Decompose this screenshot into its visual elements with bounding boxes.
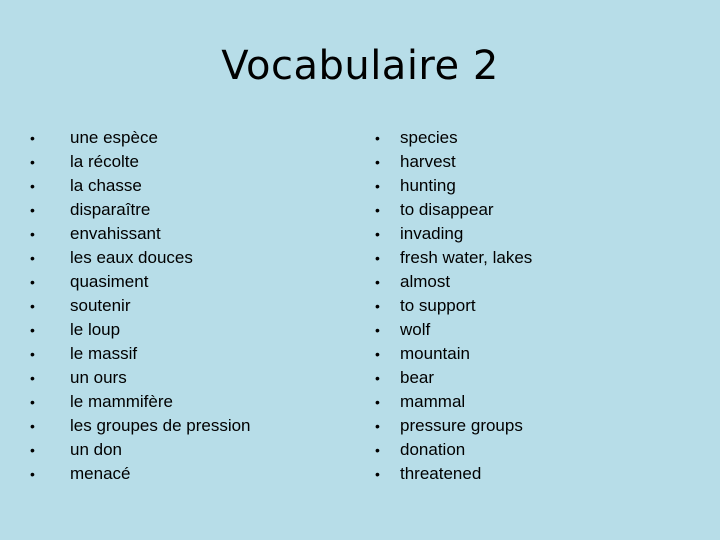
english-term: hunting bbox=[400, 176, 456, 195]
bullet-icon: • bbox=[375, 274, 380, 290]
english-term: mountain bbox=[400, 344, 470, 363]
bullet-icon: • bbox=[30, 274, 35, 290]
list-item: • la chasse bbox=[30, 174, 251, 198]
bullet-icon: • bbox=[375, 130, 380, 146]
bullet-icon: • bbox=[375, 370, 380, 386]
bullet-icon: • bbox=[375, 226, 380, 242]
english-vocabulary-list: • species • harvest • hunting • to disappear… bbox=[375, 126, 532, 486]
list-item: • pressure groups bbox=[375, 414, 532, 438]
french-term: le massif bbox=[70, 344, 138, 363]
list-item: • mountain bbox=[375, 342, 532, 366]
list-item: • threatened bbox=[375, 462, 532, 486]
list-item: • le loup bbox=[30, 318, 251, 342]
bullet-icon: • bbox=[30, 298, 35, 314]
english-term: harvest bbox=[400, 152, 456, 171]
list-item: • quasiment bbox=[30, 270, 251, 294]
english-term: threatened bbox=[400, 464, 482, 483]
french-term: quasiment bbox=[70, 272, 149, 291]
bullet-icon: • bbox=[375, 178, 380, 194]
list-item: • species bbox=[375, 126, 532, 150]
list-item: • wolf bbox=[375, 318, 532, 342]
list-item: • le massif bbox=[30, 342, 251, 366]
list-item: • soutenir bbox=[30, 294, 251, 318]
bullet-icon: • bbox=[30, 346, 35, 362]
bullet-icon: • bbox=[30, 394, 35, 410]
list-item: • donation bbox=[375, 438, 532, 462]
list-item: • la récolte bbox=[30, 150, 251, 174]
french-term: soutenir bbox=[70, 296, 131, 315]
list-item: • fresh water, lakes bbox=[375, 246, 532, 270]
french-term: la chasse bbox=[70, 176, 142, 195]
list-item: • les groupes de pression bbox=[30, 414, 251, 438]
bullet-icon: • bbox=[375, 202, 380, 218]
bullet-icon: • bbox=[30, 178, 35, 194]
french-term: le loup bbox=[70, 320, 121, 339]
english-term: wolf bbox=[400, 320, 431, 339]
bullet-icon: • bbox=[375, 466, 380, 482]
bullet-icon: • bbox=[375, 346, 380, 362]
english-term: mammal bbox=[400, 392, 466, 411]
english-term: pressure groups bbox=[400, 416, 523, 435]
bullet-icon: • bbox=[375, 394, 380, 410]
list-item: • un ours bbox=[30, 366, 251, 390]
bullet-icon: • bbox=[30, 322, 35, 338]
french-term: envahissant bbox=[70, 224, 161, 243]
english-term: fresh water, lakes bbox=[400, 248, 533, 267]
french-term: un ours bbox=[70, 368, 127, 387]
english-term: to disappear bbox=[400, 200, 494, 219]
list-item: • envahissant bbox=[30, 222, 251, 246]
bullet-icon: • bbox=[30, 442, 35, 458]
bullet-icon: • bbox=[375, 322, 380, 338]
bullet-icon: • bbox=[375, 250, 380, 266]
bullet-icon: • bbox=[30, 418, 35, 434]
bullet-icon: • bbox=[375, 154, 380, 170]
list-item: • le mammifère bbox=[30, 390, 251, 414]
french-term: menacé bbox=[70, 464, 131, 483]
list-item: • invading bbox=[375, 222, 532, 246]
french-vocabulary-list: • une espèce • la récolte • la chasse • disp… bbox=[30, 126, 251, 486]
bullet-icon: • bbox=[30, 202, 35, 218]
bullet-icon: • bbox=[30, 466, 35, 482]
list-item: • mammal bbox=[375, 390, 532, 414]
list-item: • almost bbox=[375, 270, 532, 294]
french-term: les eaux douces bbox=[70, 248, 193, 267]
bullet-icon: • bbox=[375, 418, 380, 434]
french-term: un don bbox=[70, 440, 122, 459]
french-term: disparaître bbox=[70, 200, 151, 219]
french-term: la récolte bbox=[70, 152, 139, 171]
list-item: • les eaux douces bbox=[30, 246, 251, 270]
english-term: invading bbox=[400, 224, 464, 243]
bullet-icon: • bbox=[30, 154, 35, 170]
bullet-icon: • bbox=[375, 298, 380, 314]
french-term: le mammifère bbox=[70, 392, 173, 411]
list-item: • menacé bbox=[30, 462, 251, 486]
slide-title: Vocabulaire 2 bbox=[221, 43, 499, 89]
list-item: • une espèce bbox=[30, 126, 251, 150]
english-term: donation bbox=[400, 440, 466, 459]
french-term: les groupes de pression bbox=[70, 416, 251, 435]
english-term: almost bbox=[400, 272, 451, 291]
bullet-icon: • bbox=[30, 250, 35, 266]
bullet-icon: • bbox=[30, 130, 35, 146]
list-item: • to disappear bbox=[375, 198, 532, 222]
english-term: bear bbox=[400, 368, 435, 387]
list-item: • un don bbox=[30, 438, 251, 462]
list-item: • hunting bbox=[375, 174, 532, 198]
french-term: une espèce bbox=[70, 128, 158, 147]
bullet-icon: • bbox=[375, 442, 380, 458]
list-item: • bear bbox=[375, 366, 532, 390]
english-term: species bbox=[400, 128, 458, 147]
bullet-icon: • bbox=[30, 370, 35, 386]
bullet-icon: • bbox=[30, 226, 35, 242]
english-term: to support bbox=[400, 296, 476, 315]
list-item: • harvest bbox=[375, 150, 532, 174]
list-item: • to support bbox=[375, 294, 532, 318]
list-item: • disparaître bbox=[30, 198, 251, 222]
